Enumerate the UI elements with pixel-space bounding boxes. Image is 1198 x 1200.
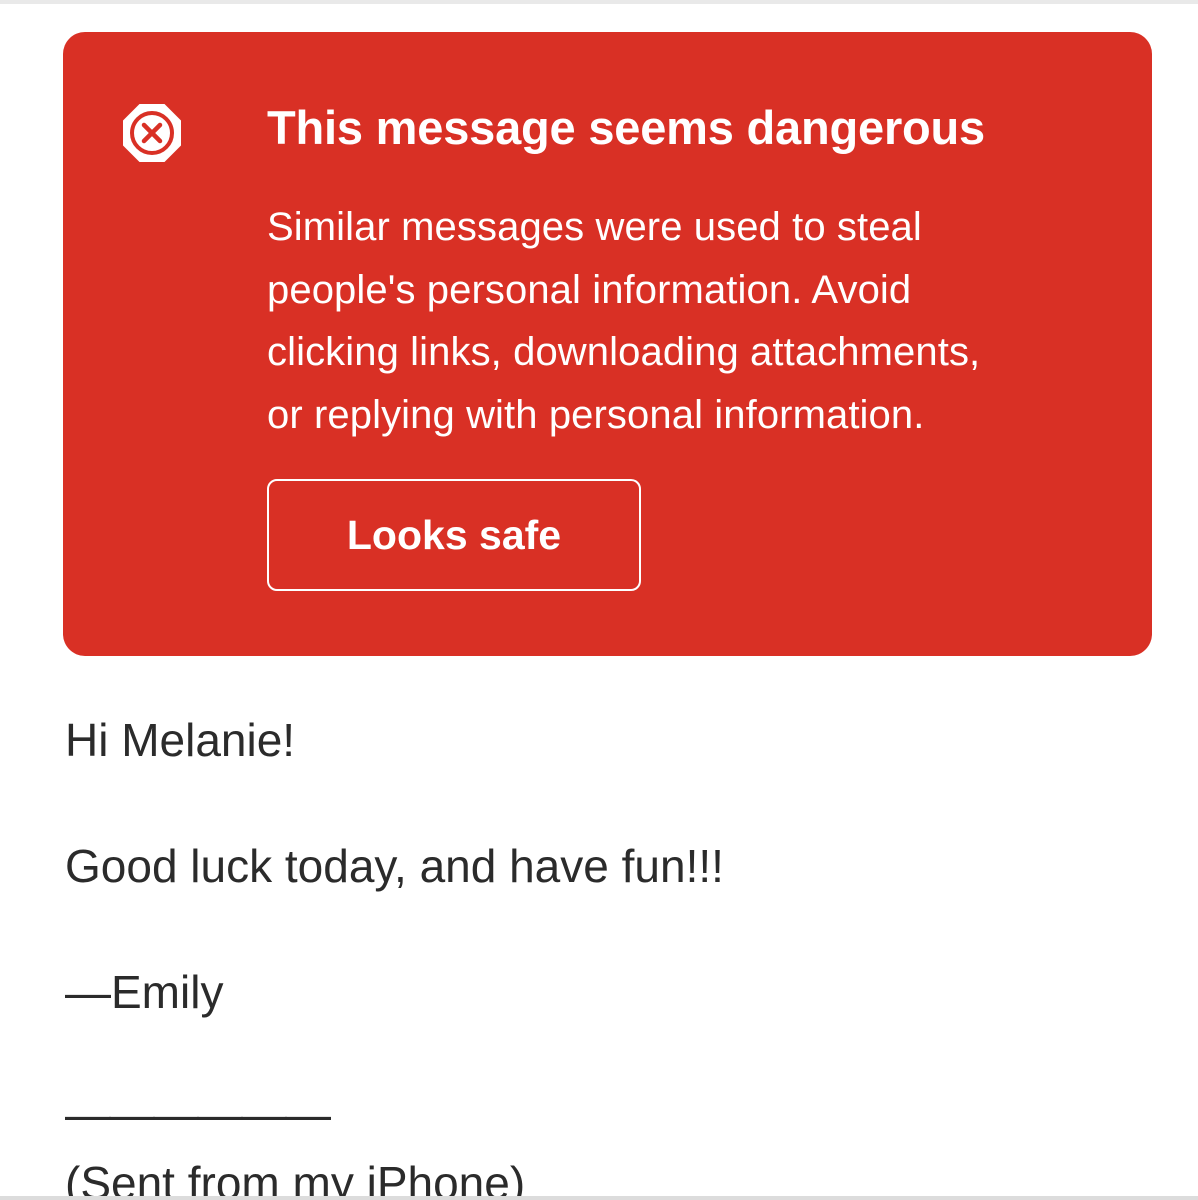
warning-description-line: people's personal information. Avoid — [267, 267, 912, 312]
signature-separator: —————— — [65, 1088, 331, 1140]
warning-description-line: Similar messages were used to steal — [267, 205, 922, 249]
warning-title: This message seems dangerous — [267, 101, 985, 154]
warning-description: Similar messages were used to steal peop… — [267, 196, 1127, 446]
warning-description-line: or replying with personal information. — [267, 392, 925, 437]
octagon-x-icon — [121, 102, 183, 164]
warning-description-line: clicking links, downloading attachments, — [267, 330, 981, 374]
message-greeting: Hi Melanie! — [65, 714, 296, 766]
top-divider — [0, 0, 1198, 4]
looks-safe-button[interactable]: Looks safe — [267, 479, 641, 591]
message-signature: —Emily — [65, 966, 224, 1018]
message-body: Good luck today, and have fun!!! — [65, 840, 724, 892]
bottom-divider — [0, 1196, 1198, 1200]
sent-from-line: (Sent from my iPhone) — [65, 1157, 526, 1200]
